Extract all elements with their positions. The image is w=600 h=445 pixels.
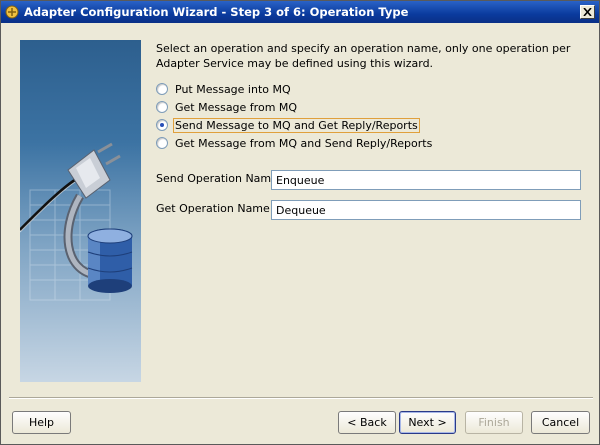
cancel-button-label: Cancel [541,416,580,429]
radio-label: Get Message from MQ and Send Reply/Repor… [175,136,433,150]
intro-text: Select an operation and specify an opera… [156,42,571,70]
window-title: Adapter Configuration Wizard - Step 3 of… [24,5,409,19]
wizard-window: Adapter Configuration Wizard - Step 3 of… [0,0,600,445]
help-button[interactable]: Help [12,411,71,434]
back-button[interactable]: < Back [338,411,396,434]
back-button-label: < Back [347,416,387,429]
finish-button[interactable]: Finish [465,411,523,434]
send-operation-name-field[interactable] [271,170,581,190]
close-icon [583,8,592,16]
cancel-button[interactable]: Cancel [531,411,590,434]
title-bar: Adapter Configuration Wizard - Step 3 of… [1,1,599,23]
close-button[interactable] [580,5,595,19]
radio-label: Put Message into MQ [175,82,291,96]
wizard-icon [4,4,20,20]
finish-button-label: Finish [478,416,510,429]
get-operation-name-field[interactable] [271,200,581,220]
button-separator [9,397,593,399]
get-operation-name-label: Get Operation Name [156,202,270,215]
radio-button[interactable] [156,83,168,95]
radio-button[interactable] [156,137,168,149]
send-operation-name-label: Send Operation Name [156,172,278,185]
radio-send-get-reply[interactable]: Send Message to MQ and Get Reply/Reports [156,116,420,134]
plug-and-database-illustration [20,142,133,301]
wizard-illustration [20,40,141,382]
radio-label: Send Message to MQ and Get Reply/Reports [173,117,420,133]
help-button-label: Help [28,416,55,429]
radio-button[interactable] [156,101,168,113]
next-button[interactable]: Next > [399,411,456,434]
next-button-label: Next > [408,416,447,429]
radio-get-message[interactable]: Get Message from MQ [156,98,299,116]
radio-label: Get Message from MQ [175,100,298,114]
radio-put-message[interactable]: Put Message into MQ [156,80,293,98]
radio-get-send-reply[interactable]: Get Message from MQ and Send Reply/Repor… [156,134,434,152]
radio-button-selected[interactable] [156,119,168,131]
